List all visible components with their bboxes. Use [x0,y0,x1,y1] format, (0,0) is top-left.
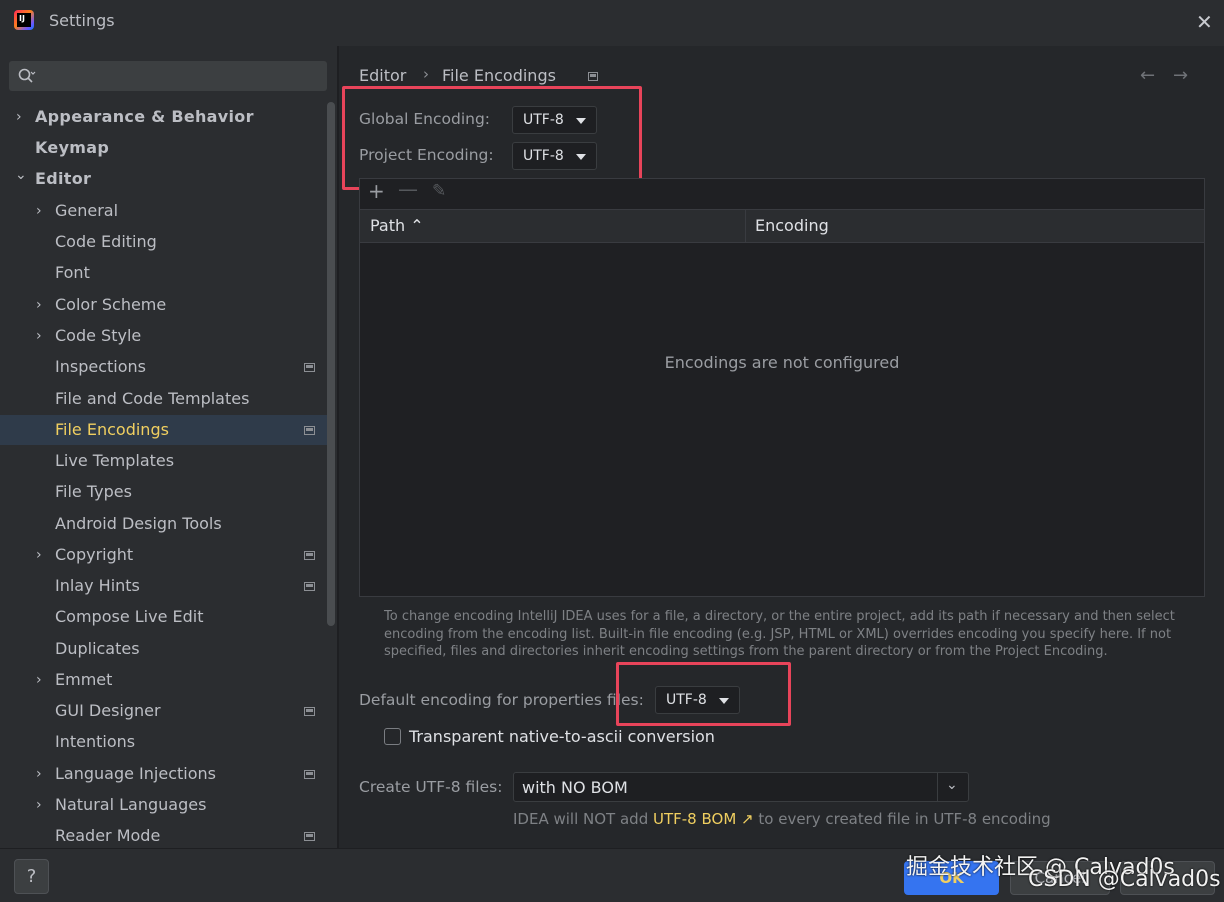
dropdown-arrow-icon [576,154,586,160]
tree-item-intentions[interactable]: Intentions [0,727,330,757]
tree-item-duplicates[interactable]: Duplicates [0,634,330,664]
dropdown-arrow-icon [576,118,586,124]
project-settings-icon [304,551,315,560]
search-input[interactable] [9,61,327,91]
tree-item-appearance-behavior[interactable]: › Appearance & Behavior [0,102,330,132]
tree-item-copyright[interactable]: › Copyright [0,540,330,570]
chevron-right-icon: › [36,328,42,344]
global-encoding-label: Global Encoding: [359,110,491,128]
tree-item-compose-live-edit[interactable]: Compose Live Edit [0,602,330,632]
transparent-conversion-checkbox[interactable] [384,728,401,745]
tree-item-font[interactable]: Font [0,258,330,288]
apply-button[interactable] [1120,861,1215,895]
breadcrumb-parent[interactable]: Editor [359,66,406,85]
empty-table-message: Encodings are not configured [664,353,900,372]
project-encoding-label: Project Encoding: [359,146,494,164]
properties-encoding-label: Default encoding for properties files: [359,691,644,709]
tree-item-live-templates[interactable]: Live Templates [0,446,330,476]
tree-item-code-editing[interactable]: Code Editing [0,227,330,257]
project-settings-icon [304,582,315,591]
remove-icon[interactable]: — [398,177,418,201]
search-icon [18,68,36,83]
tree-item-reader-mode[interactable]: Reader Mode [0,821,330,848]
dialog-footer: ? OK Cancel 掘金技术社区 @ Calvad0s CSDN @Calv… [0,848,1224,902]
bom-note: IDEA will NOT add UTF-8 BOM ↗ to every c… [513,810,1051,828]
tree-item-keymap[interactable]: Keymap [0,133,330,163]
project-settings-icon [304,707,315,716]
global-encoding-select[interactable]: UTF-8 [512,106,597,134]
intellij-logo-icon: IJ [14,10,34,30]
chevron-right-icon: › [36,297,42,313]
ok-button[interactable]: OK [904,861,999,895]
project-settings-icon [304,426,315,435]
dropdown-arrow-icon [719,698,729,704]
help-button[interactable]: ? [14,859,49,894]
chevron-right-icon: › [16,109,22,125]
breadcrumb-separator: › [423,65,429,83]
tree-item-inlay-hints[interactable]: Inlay Hints [0,571,330,601]
project-settings-icon [304,832,315,841]
create-utf8-label: Create UTF-8 files: [359,778,503,796]
tree-item-gui-designer[interactable]: GUI Designer [0,696,330,726]
chevron-right-icon: › [36,203,42,219]
cancel-button[interactable]: Cancel [1010,861,1110,895]
tree-item-editor[interactable]: ⌄ Editor [0,164,330,194]
path-encoding-table: + — ✎ Path ⌃ Encoding Encodings are not … [359,177,1205,597]
chevron-right-icon: › [36,797,42,813]
tree-item-color-scheme[interactable]: › Color Scheme [0,290,330,320]
tree-item-language-injections[interactable]: › Language Injections [0,759,330,789]
properties-encoding-select[interactable]: UTF-8 [655,686,740,714]
tree-item-inspections[interactable]: Inspections [0,352,330,382]
tree-item-emmet[interactable]: › Emmet [0,665,330,695]
chevron-right-icon: › [36,766,42,782]
utf8-bom-link[interactable]: UTF-8 BOM ↗ [653,810,754,828]
chevron-right-icon: › [36,672,42,688]
chevron-down-icon: ⌄ [15,167,27,183]
column-encoding[interactable]: Encoding [755,210,829,242]
transparent-conversion-label[interactable]: Transparent native-to-ascii conversion [409,727,715,746]
settings-content: Editor › File Encodings ← → Global Encod… [339,46,1224,848]
tree-item-android-design-tools[interactable]: Android Design Tools [0,509,330,539]
project-encoding-select[interactable]: UTF-8 [512,142,597,170]
tree-item-file-types[interactable]: File Types [0,477,330,507]
highlight-box [342,86,642,190]
column-path[interactable]: Path ⌃ [370,210,424,242]
tree-item-file-encodings[interactable]: File Encodings [0,415,330,445]
window-title: Settings [49,11,115,30]
tree-item-natural-languages[interactable]: › Natural Languages [0,790,330,820]
back-arrow-icon[interactable]: ← [1140,65,1155,86]
chevron-down-icon: ⌄ [946,777,958,793]
project-settings-icon [304,363,315,372]
forward-arrow-icon[interactable]: → [1173,65,1188,86]
settings-sidebar: › Appearance & Behavior Keymap ⌄ Editor … [0,46,337,848]
title-bar: IJ Settings ✕ [0,0,1224,46]
column-separator[interactable] [745,210,746,242]
project-settings-icon [588,72,598,81]
close-icon[interactable]: ✕ [1196,10,1213,34]
tree-item-file-code-templates[interactable]: File and Code Templates [0,384,330,414]
create-utf8-select[interactable]: with NO BOM ⌄ [513,772,969,802]
encoding-help-text: To change encoding IntelliJ IDEA uses fo… [384,609,1175,659]
project-settings-icon [304,770,315,779]
table-header: Path ⌃ Encoding [360,209,1204,243]
tree-item-general[interactable]: › General [0,196,330,226]
edit-icon[interactable]: ✎ [432,181,446,201]
add-icon[interactable]: + [368,179,385,203]
sidebar-scrollbar[interactable] [327,102,335,626]
tree-item-code-style[interactable]: › Code Style [0,321,330,351]
breadcrumb-current: File Encodings [442,66,556,85]
chevron-right-icon: › [36,547,42,563]
